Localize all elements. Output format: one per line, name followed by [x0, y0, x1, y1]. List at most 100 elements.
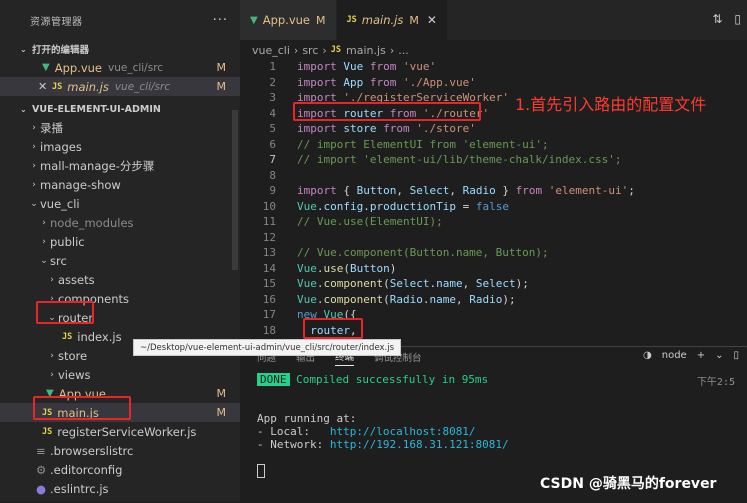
tree-folder-images[interactable]: › images [0, 137, 240, 156]
config-file-icon: ≡ [36, 443, 46, 458]
local-url-link[interactable]: http://localhost:8081/ [330, 425, 476, 438]
line-number: 12 [262, 230, 276, 244]
terminal-line: DONE Compiled successfully in 95ms 下午2:5 [257, 373, 737, 388]
open-editor-label: main.js [67, 79, 109, 94]
project-label: VUE-ELEMENT-UI-ADMIN [32, 103, 161, 115]
line-number: 2 [269, 75, 276, 89]
split-terminal-icon[interactable]: ▯ [733, 350, 739, 361]
tab-main-js[interactable]: JS main.js M ✕ [336, 0, 448, 40]
open-editors-section[interactable]: ⌄ 打开的编辑器 [0, 40, 240, 58]
explorer-header: 资源管理器 ··· [0, 0, 240, 40]
modified-badge: M [216, 61, 227, 74]
open-editor-app-vue[interactable]: ▼ App.vue vue_cli/src M [0, 58, 240, 77]
open-editors-label: 打开的编辑器 [32, 45, 90, 56]
code-line: // Vue.use(ElementUI); [297, 215, 443, 228]
code-line: // Vue.component(Button.name, Button); [297, 246, 549, 259]
code-line: import Vue from 'vue' [297, 60, 437, 73]
router-option-highlight [303, 318, 363, 339]
terminal-blank [257, 451, 737, 464]
tree-folder-vue-cli[interactable]: ⌄ vue_cli [0, 194, 240, 213]
timestamp: 下午2:5 [696, 377, 735, 388]
panel-actions: ◑ node + ⌄ ▯ [643, 350, 739, 361]
tab-app-vue[interactable]: ▼ App.vue M [240, 0, 337, 40]
breadcrumb-item[interactable]: main.js [346, 44, 386, 57]
tree-folder-src[interactable]: ⌄ src [0, 251, 240, 270]
breadcrumb: vue_cli › src › JS main.js › ... [240, 40, 747, 60]
chevron-right-icon: › [42, 236, 46, 247]
add-terminal-icon[interactable]: + [697, 350, 705, 361]
breadcrumb-item[interactable]: ... [398, 44, 409, 57]
js-file-icon: JS [62, 331, 73, 342]
tree-file-eslintrc[interactable]: ● .eslintrc.js [0, 479, 240, 498]
chevron-right-icon: › [50, 274, 54, 285]
tree-file-editorconfig[interactable]: ⚙ .editorconfig [0, 460, 240, 479]
chevron-down-icon: ⌄ [30, 198, 38, 209]
split-editor-icon[interactable]: ▯ [734, 12, 741, 26]
tree-folder-manage-show[interactable]: › manage-show [0, 175, 240, 194]
terminal-line: - Network: http://192.168.31.121:8081/ [257, 438, 737, 451]
tab-label: App.vue [262, 13, 310, 27]
line-number: 6 [269, 137, 276, 151]
line-number: 3 [269, 91, 276, 104]
line-number: 4 [269, 106, 276, 120]
tree-folder-assets[interactable]: › assets [0, 270, 240, 289]
tree-item-label: 录播 [40, 120, 63, 135]
compare-icon[interactable]: ⇅ [712, 12, 722, 26]
annotation-text: 1.首先引入路由的配置文件 [515, 95, 707, 114]
close-icon[interactable]: ✕ [427, 13, 437, 27]
network-url-link[interactable]: http://192.168.31.121:8081/ [330, 438, 509, 451]
terminal-cursor [257, 464, 265, 478]
tree-item-label: src [50, 253, 67, 268]
code-line: // import 'element-ui/lib/theme-chalk/in… [297, 153, 622, 166]
chevron-right-icon: › [50, 369, 54, 380]
more-actions-icon[interactable]: ··· [213, 13, 228, 28]
tree-item-label: views [58, 367, 91, 382]
tree-folder-public[interactable]: › public [0, 232, 240, 251]
breadcrumb-item[interactable]: src [302, 44, 318, 57]
modified-badge: M [216, 406, 227, 419]
line-number: 17 [262, 308, 276, 321]
tree-file-register-sw[interactable]: JS registerServiceWorker.js [0, 422, 240, 441]
sidebar-scrollbar[interactable] [232, 110, 238, 270]
open-editor-main-js[interactable]: ✕ JS main.js vue_cli/src M [0, 77, 240, 96]
open-editor-desc: vue_cli/src [108, 61, 164, 74]
tree-item-label: vue_cli [40, 196, 80, 211]
line-number: 15 [262, 277, 276, 290]
main-js-highlight [33, 396, 131, 420]
tree-folder-mall-manage[interactable]: › mall-manage-分步骤 [0, 156, 240, 175]
chevron-right-icon: › [389, 43, 395, 57]
chevron-right-icon: › [32, 160, 36, 171]
tree-file-browserslistrc[interactable]: ≡ .browserslistrc [0, 441, 240, 460]
line-number: 5 [269, 122, 276, 135]
js-file-icon: JS [346, 15, 357, 25]
tree-item-label: images [40, 139, 82, 154]
modified-badge: M [409, 13, 419, 27]
tree-item-label: node_modules [50, 215, 134, 230]
code-line: Vue.config.productionTip = false [297, 199, 509, 213]
project-section[interactable]: ⌄ VUE-ELEMENT-UI-ADMIN [0, 100, 240, 118]
explorer-sidebar: 资源管理器 ··· ⌄ 打开的编辑器 ▼ App.vue vue_cli/src… [0, 0, 240, 502]
compiled-message: Compiled successfully in 95ms [296, 373, 489, 386]
terminal-select[interactable]: node [662, 350, 687, 361]
path-tooltip: ~/Desktop/vue-element-ui-admin/vue_cli/s… [133, 339, 402, 356]
chevron-down-icon[interactable]: ⌄ [715, 350, 723, 361]
line-number: 1 [269, 60, 276, 73]
running-message: App running at: [257, 412, 357, 425]
tab-label: main.js [361, 13, 404, 27]
code-line: Vue.component(Radio.name, Radio); [297, 292, 516, 306]
line-number: 9 [269, 184, 276, 197]
tree-item-label: assets [58, 272, 95, 287]
terminal-output[interactable]: DONE Compiled successfully in 95ms 下午2:5 … [257, 373, 737, 478]
tree-folder-node-modules[interactable]: › node_modules [0, 213, 240, 232]
tree-item-label: .browserslistrc [50, 443, 134, 458]
close-icon[interactable]: ✕ [38, 80, 52, 93]
breadcrumb-item[interactable]: vue_cli [252, 44, 290, 57]
gear-icon: ⚙ [36, 462, 47, 477]
router-folder-highlight [36, 301, 94, 324]
line-number: 16 [262, 292, 276, 306]
code-line: // import ElementUI from 'element-ui'; [297, 137, 549, 151]
tree-folder-lubo[interactable]: › 录播 [0, 118, 240, 137]
tree-folder-views[interactable]: › views [0, 365, 240, 384]
terminal-line: - Local: http://localhost:8081/ [257, 425, 737, 438]
network-label: - Network: [257, 438, 330, 451]
